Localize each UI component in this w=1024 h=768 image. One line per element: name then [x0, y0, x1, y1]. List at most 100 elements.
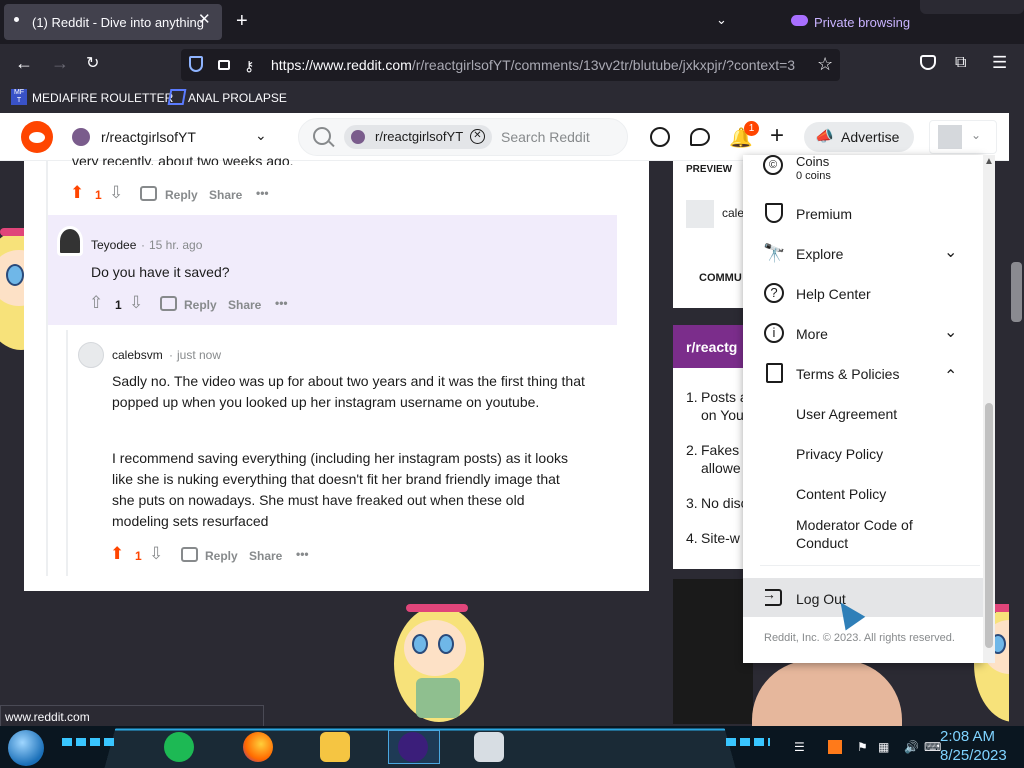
chevron-down-icon[interactable]: ⌄: [255, 127, 267, 144]
teyodee-avatar[interactable]: [57, 226, 83, 256]
rule-text[interactable]: on You: [701, 406, 744, 424]
tab-close-icon[interactable]: ✕: [198, 10, 211, 28]
menu-icon[interactable]: ☰: [992, 53, 1007, 73]
extensions-icon[interactable]: ⧉: [955, 54, 966, 72]
share-button[interactable]: Share: [228, 298, 261, 312]
comment-time[interactable]: 15 hr. ago: [149, 238, 202, 252]
file-explorer-icon[interactable]: [320, 732, 350, 762]
video-thumbnail[interactable]: [673, 579, 753, 724]
create-post-plus-icon[interactable]: +: [770, 122, 784, 150]
reply-button[interactable]: Reply: [165, 188, 198, 202]
private-browsing-mask-icon: [791, 15, 808, 26]
advertise-label: Advertise: [841, 129, 900, 145]
rule-text[interactable]: Site-w: [701, 529, 740, 547]
tab-list-chevron-icon[interactable]: ⌄: [716, 12, 727, 28]
tracking-shield-icon[interactable]: [189, 56, 203, 72]
chevron-down-icon: ⌄: [971, 128, 982, 142]
menu-item-moderator-code-line2[interactable]: Conduct: [796, 535, 848, 551]
more-options-button[interactable]: •••: [296, 547, 309, 561]
menu-item-premium[interactable]: Premium: [796, 206, 852, 222]
menu-item-user-agreement[interactable]: User Agreement: [796, 406, 897, 422]
upvote-icon[interactable]: ⇧: [89, 293, 103, 313]
chip-remove-icon[interactable]: ✕: [470, 129, 485, 144]
bookmark-mediafire[interactable]: MEDIAFIRE ROULETTER: [32, 91, 173, 105]
tray-network-icon[interactable]: ▦: [878, 740, 889, 754]
dropdown-scrollbar-thumb[interactable]: [985, 403, 993, 648]
reply-button[interactable]: Reply: [205, 549, 238, 563]
reply-button[interactable]: Reply: [184, 298, 217, 312]
page-scrollbar-thumb[interactable]: [1011, 262, 1022, 322]
bookmark-anal-prolapse[interactable]: ANAL PROLAPSE: [188, 91, 287, 105]
url-text[interactable]: https://www.reddit.com/r/reactgirlsofYT/…: [271, 57, 795, 73]
comment-time[interactable]: just now: [177, 348, 221, 362]
downvote-icon[interactable]: ⇩: [109, 183, 123, 203]
chevron-down-icon[interactable]: ⌄: [944, 242, 957, 262]
menu-item-terms[interactable]: Terms & Policies: [796, 366, 899, 382]
tray-volume-icon[interactable]: 🔊: [904, 740, 919, 754]
reply-icon[interactable]: [140, 186, 157, 201]
reply-icon[interactable]: [181, 547, 198, 562]
spotify-icon[interactable]: [164, 732, 194, 762]
comment-author[interactable]: calebsvm: [112, 348, 163, 362]
premium-shield-icon: [765, 203, 783, 223]
clock-date[interactable]: 8/25/2023: [940, 747, 1007, 764]
calebsvm-avatar[interactable]: [78, 342, 104, 368]
downvote-icon[interactable]: ⇩: [129, 293, 143, 313]
tray-app-icon[interactable]: [828, 740, 842, 754]
preview-avatar: [686, 200, 714, 228]
chevron-up-icon[interactable]: ⌃: [944, 366, 957, 386]
on-screen-keyboard-icon[interactable]: [474, 732, 504, 762]
menu-item-privacy-policy[interactable]: Privacy Policy: [796, 446, 883, 462]
community-label: COMMU: [699, 272, 742, 284]
upvote-icon[interactable]: ⬆: [70, 183, 84, 203]
rule-text[interactable]: Posts a: [701, 388, 748, 406]
rule-text[interactable]: No disc: [701, 494, 748, 512]
search-input[interactable]: Search Reddit: [501, 129, 590, 145]
bookmark-star-icon[interactable]: ☆: [817, 54, 833, 75]
share-button[interactable]: Share: [209, 188, 242, 202]
permissions-key-icon[interactable]: ⚷: [244, 58, 254, 75]
bookmark-favicon-icon: [167, 89, 187, 105]
start-button[interactable]: [8, 730, 44, 766]
url-path: /r/reactgirlsofYT/comments/13vv2tr/blutu…: [411, 57, 796, 73]
subreddit-name[interactable]: r/reactgirlsofYT: [101, 129, 196, 145]
comment-paragraph-2: I recommend saving everything (including…: [112, 450, 568, 529]
rule-text[interactable]: allowe: [701, 459, 741, 477]
firefox-private-icon[interactable]: [398, 732, 428, 762]
reply-icon[interactable]: [160, 296, 177, 311]
back-arrow-icon[interactable]: ←: [15, 53, 33, 74]
new-tab-button[interactable]: +: [236, 10, 248, 33]
copyright-text: Reddit, Inc. © 2023. All rights reserved…: [764, 632, 955, 644]
tab-reddit[interactable]: (1) Reddit - Dive into anything: [4, 4, 222, 40]
forward-arrow-icon[interactable]: →: [51, 53, 69, 74]
share-button[interactable]: Share: [249, 549, 282, 563]
reload-icon[interactable]: ↻: [86, 53, 99, 73]
chevron-down-icon[interactable]: ⌄: [944, 322, 957, 342]
reddit-logo-icon[interactable]: [21, 121, 53, 153]
dropdown-scroll-up-icon[interactable]: ▲: [984, 156, 994, 167]
page-scrollbar[interactable]: [1009, 113, 1024, 726]
clock-time[interactable]: 2:08 AM: [940, 728, 995, 745]
menu-item-explore[interactable]: Explore: [796, 246, 843, 262]
chat-icon[interactable]: [690, 128, 710, 146]
tray-flag-icon[interactable]: ⚑: [857, 740, 868, 754]
menu-item-content-policy[interactable]: Content Policy: [796, 486, 886, 502]
popular-arrow-icon[interactable]: [650, 127, 670, 147]
downvote-icon[interactable]: ⇩: [149, 544, 163, 564]
lock-icon[interactable]: [218, 60, 230, 70]
rule-number: 3.: [686, 495, 698, 511]
firefox-icon[interactable]: [243, 732, 273, 762]
menu-item-help-center[interactable]: Help Center: [796, 286, 871, 302]
rule-number: 1.: [686, 389, 698, 405]
tray-language-icon[interactable]: ⌨: [924, 740, 941, 754]
upvote-icon[interactable]: ⬆: [110, 544, 124, 564]
more-options-button[interactable]: •••: [275, 296, 288, 310]
menu-item-moderator-code[interactable]: Moderator Code of: [796, 517, 913, 533]
more-options-button[interactable]: •••: [256, 186, 269, 200]
coins-label[interactable]: Coins: [796, 154, 829, 166]
preview-user: cale: [722, 206, 745, 220]
comment-author[interactable]: Teyodee: [91, 238, 136, 252]
menu-item-more[interactable]: More: [796, 326, 828, 342]
tray-stack-icon[interactable]: ☰: [794, 740, 805, 754]
comment-paragraph-1: Sadly no. The video was up for about two…: [112, 373, 585, 410]
